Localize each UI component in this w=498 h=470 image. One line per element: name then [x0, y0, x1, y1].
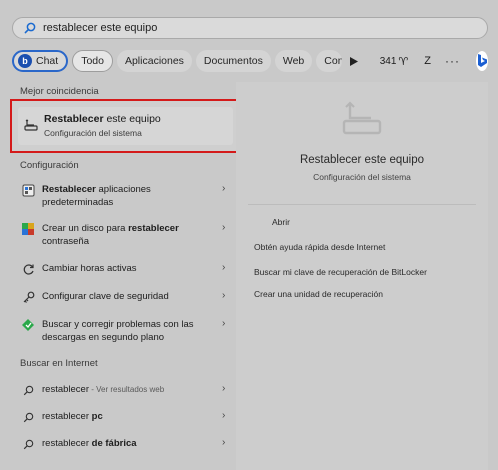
web-search-heading: Buscar en Internet: [20, 358, 98, 369]
password-disk-icon: [20, 222, 36, 236]
best-match-title: Restablecer este equipo: [44, 113, 161, 125]
key-icon: [20, 290, 36, 304]
best-match-item[interactable]: Restablecer este equipo Configuración de…: [18, 107, 233, 145]
chevron-right-icon: ›: [222, 437, 226, 448]
troubleshoot-icon: [20, 318, 36, 332]
list-item[interactable]: Configurar clave de seguridad ›: [20, 290, 230, 304]
list-item[interactable]: Restablecer aplicaciones predeterminadas…: [20, 183, 230, 209]
play-icon[interactable]: [349, 56, 358, 66]
list-item[interactable]: Buscar y corregir problemas con las desc…: [20, 318, 230, 344]
action-recovery-drive[interactable]: Crear una unidad de recuperación: [254, 289, 383, 299]
detail-pane: Restablecer este equipo Configuración de…: [236, 82, 488, 470]
chevron-right-icon: ›: [222, 410, 226, 421]
chevron-right-icon: ›: [222, 318, 226, 329]
chevron-right-icon: ›: [222, 262, 226, 273]
filter-configuracion[interactable]: Configuración: [316, 50, 342, 72]
search-icon: [20, 437, 36, 451]
divider: [248, 204, 476, 205]
more-options-icon[interactable]: ···: [445, 54, 460, 68]
chevron-right-icon: ›: [222, 183, 226, 194]
list-item[interactable]: restablecer - Ver resultados web ›: [20, 383, 230, 397]
reset-pc-icon: [24, 118, 38, 136]
chat-button[interactable]: b Chat: [12, 50, 69, 72]
rewards-count[interactable]: 341 ♈: [380, 55, 409, 68]
best-match-subtitle: Configuración del sistema: [44, 128, 142, 138]
results-list: Mejor coincidencia Restablecer este equi…: [8, 82, 241, 470]
filter-aplicaciones[interactable]: Aplicaciones: [116, 50, 192, 72]
rewards-icon: ♈: [398, 55, 409, 68]
action-bitlocker-key[interactable]: Buscar mi clave de recuperación de BitLo…: [254, 267, 427, 277]
list-item[interactable]: restablecer de fábrica ›: [20, 437, 230, 451]
action-help-online[interactable]: Obtén ayuda rápida desde Internet: [254, 242, 385, 252]
search-icon: [23, 21, 37, 35]
search-bar[interactable]: restablecer este equipo: [12, 17, 488, 39]
filter-bar: b Chat Todo Aplicaciones Documentos Web …: [12, 48, 488, 74]
list-item[interactable]: Cambiar horas activas ›: [20, 262, 230, 276]
chat-label: Chat: [36, 55, 59, 67]
chevron-right-icon: ›: [222, 290, 226, 301]
list-item[interactable]: Crear un disco para restablecer contrase…: [20, 222, 230, 248]
filter-documentos[interactable]: Documentos: [195, 50, 271, 72]
reset-pc-icon: [341, 100, 383, 141]
action-open[interactable]: Abrir: [254, 217, 290, 227]
rewards-points: 341: [379, 55, 397, 67]
default-apps-icon: [20, 183, 36, 197]
search-input[interactable]: restablecer este equipo: [43, 22, 157, 34]
refresh-icon: [20, 262, 36, 276]
bing-icon[interactable]: [476, 51, 488, 71]
chevron-right-icon: ›: [222, 383, 226, 394]
detail-title: Restablecer este equipo: [299, 154, 425, 166]
account-avatar[interactable]: Z: [424, 55, 431, 67]
filter-todo[interactable]: Todo: [72, 50, 113, 72]
detail-subtitle: Configuración del sistema: [313, 172, 411, 182]
bing-chat-icon: b: [18, 54, 32, 68]
filter-web[interactable]: Web: [274, 50, 313, 72]
best-match-highlight: Restablecer este equipo Configuración de…: [10, 99, 241, 153]
best-match-heading: Mejor coincidencia: [20, 86, 99, 97]
search-icon: [20, 383, 36, 397]
settings-heading: Configuración: [20, 160, 79, 171]
search-icon: [20, 410, 36, 424]
list-item[interactable]: restablecer pc ›: [20, 410, 230, 424]
chevron-right-icon: ›: [222, 222, 226, 233]
